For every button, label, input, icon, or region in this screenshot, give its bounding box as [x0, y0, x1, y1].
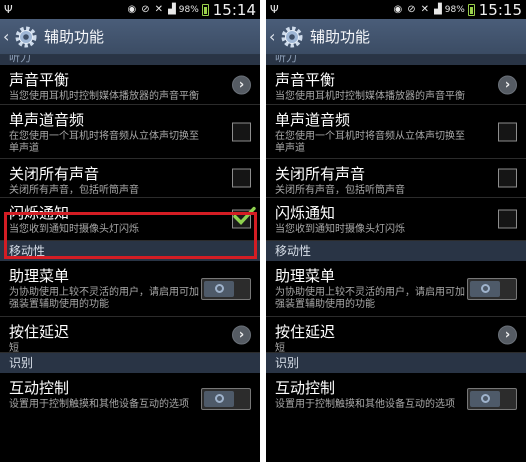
page-title: 辅助功能	[44, 28, 105, 46]
item-subtitle: 当您收到通知时摄像头灯闪烁	[275, 224, 405, 235]
toggle-knob	[470, 390, 500, 407]
mono-audio-checkbox[interactable]	[232, 122, 251, 141]
clock: 15:14	[212, 0, 256, 19]
no-sim-icon: ✕	[420, 4, 430, 15]
flash-notification-checkbox[interactable]	[232, 206, 256, 229]
item-subtitle: 短	[9, 343, 19, 354]
item-title: 按住延迟	[275, 323, 336, 341]
status-bar: Ψ ◉ ⊘ ✕ ▟ 98% 15:15	[266, 0, 526, 19]
section-header-recognition: 识别	[0, 353, 260, 373]
chevron-right-icon[interactable]: ›	[232, 325, 251, 344]
battery-icon	[467, 3, 475, 16]
item-title: 助理菜单	[275, 267, 336, 285]
usb-icon: Ψ	[4, 3, 13, 16]
section-header-recognition: 识别	[266, 353, 526, 373]
section-header-hearing: 听力	[266, 55, 526, 65]
assistant-menu-toggle[interactable]	[201, 277, 251, 300]
page-title: 辅助功能	[310, 28, 371, 46]
assistant-menu-toggle[interactable]	[467, 277, 517, 300]
battery-icon	[201, 3, 209, 16]
section-header-mobility: 移动性	[266, 241, 526, 261]
section-header-hearing: 听力	[0, 55, 260, 65]
item-subtitle: 关闭所有声音，包括听筒声音	[9, 185, 139, 196]
screen-after: Ψ ◉ ⊘ ✕ ▟ 98% 15:15 ‹ 辅助功能 听力 声音平衡 当您使用耳…	[266, 0, 526, 462]
chevron-right-icon[interactable]: ›	[498, 75, 517, 94]
item-title: 单声道音频	[275, 111, 351, 129]
item-subtitle: 当您收到通知时摄像头灯闪烁	[9, 224, 139, 235]
press-delay-item[interactable]: 按住延迟 短 ›	[266, 317, 526, 354]
chevron-left-icon[interactable]: ‹	[269, 27, 279, 46]
item-subtitle: 设置用于控制触摸和其他设备互动的选项	[9, 399, 189, 410]
item-subtitle: 在您使用一个耳机时将音频从立体声切换至单声道	[275, 131, 465, 154]
signal-icon: ▟	[168, 4, 176, 15]
screen-before: Ψ ◉ ⊘ ✕ ▟ 98% 15:14 ‹ 辅助功能 听力 声音平衡 当您使用耳…	[0, 0, 260, 462]
item-title: 按住延迟	[9, 323, 70, 341]
item-subtitle: 在您使用一个耳机时将音频从立体声切换至单声道	[9, 131, 199, 154]
mute-all-item[interactable]: 关闭所有声音 关闭所有声音，包括听筒声音	[0, 159, 260, 198]
usb-icon: Ψ	[270, 3, 279, 16]
flash-notification-item[interactable]: 闪烁通知 当您收到通知时摄像头灯闪烁	[0, 198, 260, 241]
item-title: 互动控制	[275, 379, 336, 397]
action-bar: ‹ 辅助功能	[0, 19, 260, 55]
eye-icon: ◉	[393, 4, 403, 15]
battery-percent: 98%	[178, 4, 199, 15]
sound-balance-item[interactable]: 声音平衡 当您使用耳机时控制媒体播放器的声音平衡 ›	[0, 65, 260, 105]
item-subtitle: 关闭所有声音，包括听筒声音	[275, 185, 405, 196]
item-title: 声音平衡	[275, 71, 336, 89]
item-title: 关闭所有声音	[275, 165, 366, 183]
gear-icon[interactable]	[13, 24, 39, 50]
mute-icon: ⊘	[141, 4, 150, 15]
battery-percent: 98%	[444, 4, 465, 15]
mute-icon: ⊘	[407, 4, 416, 15]
mute-all-item[interactable]: 关闭所有声音 关闭所有声音，包括听筒声音	[266, 159, 526, 198]
checkmark-icon	[233, 206, 256, 225]
clock: 15:15	[478, 0, 522, 19]
item-subtitle: 设置用于控制触摸和其他设备互动的选项	[275, 399, 455, 410]
mute-all-checkbox[interactable]	[232, 168, 251, 188]
item-title: 关闭所有声音	[9, 165, 100, 183]
item-title: 互动控制	[9, 379, 70, 397]
item-title: 助理菜单	[9, 267, 70, 285]
no-sim-icon: ✕	[154, 4, 164, 15]
item-subtitle: 为协助使用上较不灵活的用户，请启用可加强装置辅助使用的功能	[275, 287, 465, 310]
item-title: 单声道音频	[9, 111, 85, 129]
item-title: 闪烁通知	[275, 204, 336, 222]
item-subtitle: 为协助使用上较不灵活的用户，请启用可加强装置辅助使用的功能	[9, 287, 199, 310]
chevron-right-icon[interactable]: ›	[232, 75, 251, 94]
interaction-control-item[interactable]: 互动控制 设置用于控制触摸和其他设备互动的选项	[0, 373, 260, 424]
toggle-knob	[204, 390, 234, 407]
mono-audio-checkbox[interactable]	[498, 122, 517, 141]
item-title: 声音平衡	[9, 71, 70, 89]
interaction-control-item[interactable]: 互动控制 设置用于控制触摸和其他设备互动的选项	[266, 373, 526, 424]
assistant-menu-item[interactable]: 助理菜单 为协助使用上较不灵活的用户，请启用可加强装置辅助使用的功能	[266, 261, 526, 317]
toggle-knob	[204, 280, 234, 297]
item-subtitle: 短	[275, 343, 285, 354]
status-bar: Ψ ◉ ⊘ ✕ ▟ 98% 15:14	[0, 0, 260, 19]
section-header-mobility: 移动性	[0, 241, 260, 261]
mute-all-checkbox[interactable]	[498, 168, 517, 188]
signal-icon: ▟	[434, 4, 442, 15]
press-delay-item[interactable]: 按住延迟 短 ›	[0, 317, 260, 354]
chevron-left-icon[interactable]: ‹	[3, 27, 13, 46]
settings-list[interactable]: 听力 声音平衡 当您使用耳机时控制媒体播放器的声音平衡 › 单声道音频 在您使用…	[266, 55, 526, 462]
mono-audio-item[interactable]: 单声道音频 在您使用一个耳机时将音频从立体声切换至单声道	[266, 105, 526, 159]
gear-icon[interactable]	[279, 24, 305, 50]
mono-audio-item[interactable]: 单声道音频 在您使用一个耳机时将音频从立体声切换至单声道	[0, 105, 260, 159]
action-bar: ‹ 辅助功能	[266, 19, 526, 55]
item-subtitle: 当您使用耳机时控制媒体播放器的声音平衡	[275, 91, 465, 102]
item-subtitle: 当您使用耳机时控制媒体播放器的声音平衡	[9, 91, 199, 102]
chevron-right-icon[interactable]: ›	[498, 325, 517, 344]
toggle-knob	[470, 280, 500, 297]
assistant-menu-item[interactable]: 助理菜单 为协助使用上较不灵活的用户，请启用可加强装置辅助使用的功能	[0, 261, 260, 317]
sound-balance-item[interactable]: 声音平衡 当您使用耳机时控制媒体播放器的声音平衡 ›	[266, 65, 526, 105]
flash-notification-checkbox[interactable]	[498, 209, 517, 229]
settings-list[interactable]: 听力 声音平衡 当您使用耳机时控制媒体播放器的声音平衡 › 单声道音频 在您使用…	[0, 55, 260, 462]
interaction-control-toggle[interactable]	[201, 387, 251, 410]
eye-icon: ◉	[127, 4, 137, 15]
flash-notification-item[interactable]: 闪烁通知 当您收到通知时摄像头灯闪烁	[266, 198, 526, 241]
interaction-control-toggle[interactable]	[467, 387, 517, 410]
item-title: 闪烁通知	[9, 204, 70, 222]
